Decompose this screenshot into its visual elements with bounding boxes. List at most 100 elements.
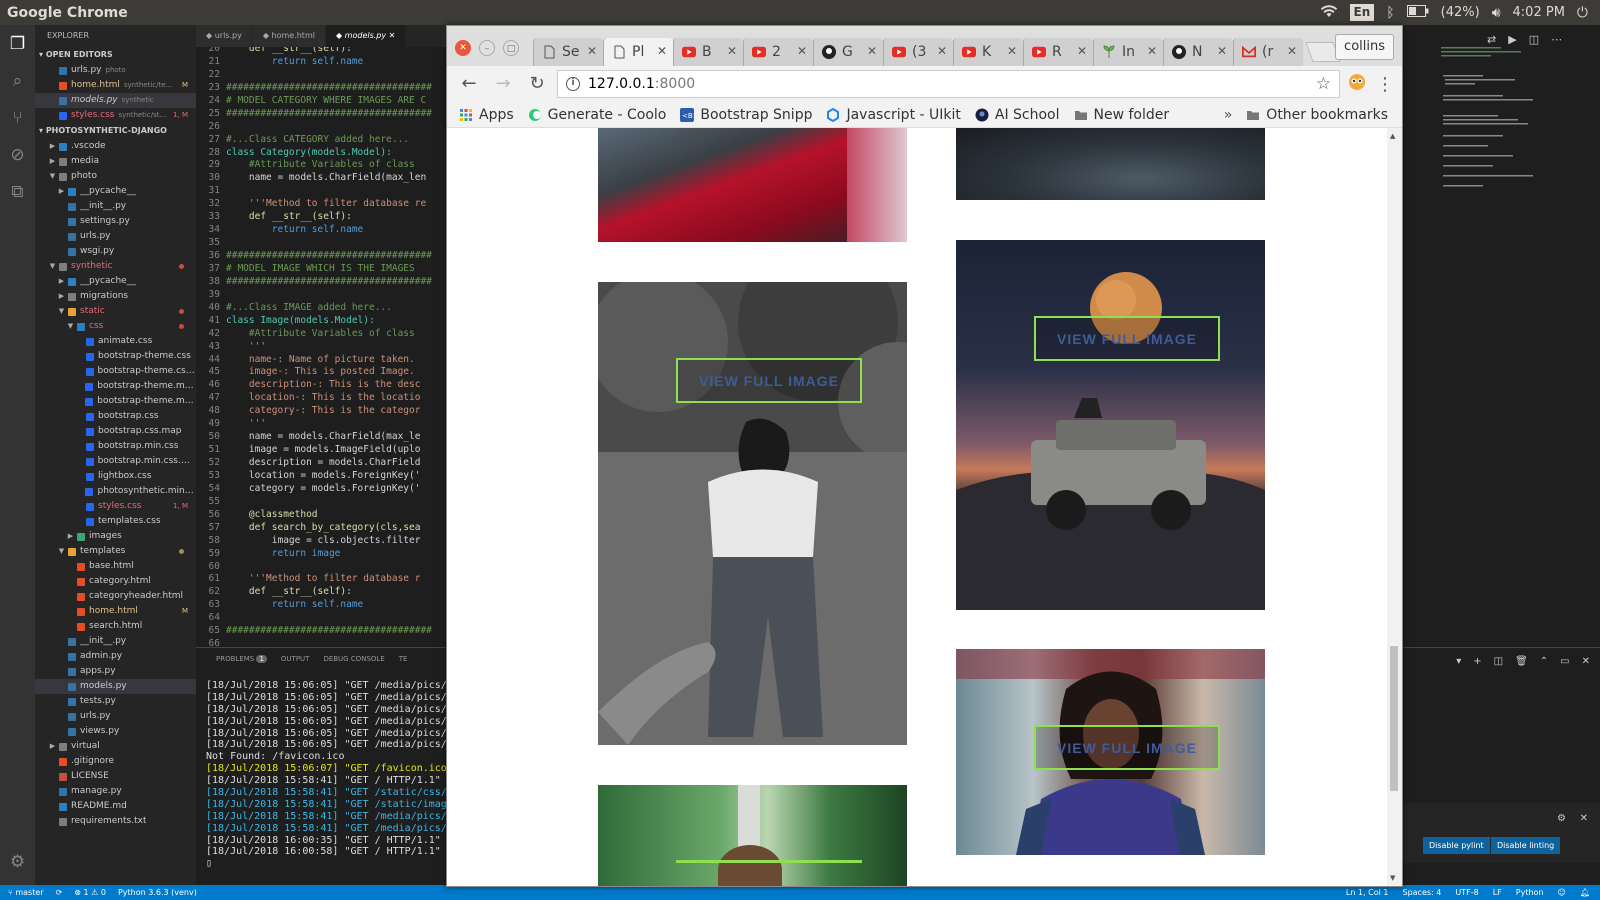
file-item[interactable]: requirements.txt — [35, 814, 196, 829]
gallery-image[interactable] — [598, 128, 907, 242]
editor-tab[interactable]: ◆ urls.py — [196, 25, 253, 47]
file-item[interactable]: .gitignore — [35, 754, 196, 769]
close-tab-icon[interactable]: ✕ — [1147, 44, 1157, 58]
reload-button[interactable]: ↻ — [523, 70, 551, 98]
bell-icon[interactable]: 🔔︎ — [1580, 885, 1590, 900]
disable-pylint-button[interactable]: Disable pylint — [1423, 837, 1490, 854]
forward-button[interactable]: → — [489, 70, 517, 98]
source-control-icon[interactable]: ⑂ — [7, 107, 29, 129]
python-interpreter[interactable]: Python 3.6.3 (venv) — [118, 885, 197, 900]
tab-terminal[interactable]: TE — [399, 648, 408, 670]
gallery-image[interactable]: VIEW FULL IMAGE — [598, 282, 907, 745]
file-item[interactable]: styles.css 1, M — [35, 499, 196, 514]
file-item[interactable]: README.md — [35, 799, 196, 814]
browser-tab[interactable]: Pl ✕ — [603, 38, 673, 66]
trash-icon[interactable]: 🗑︎ — [1515, 656, 1528, 667]
file-item[interactable]: bootstrap.min.css.map — [35, 454, 196, 469]
file-item[interactable]: bootstrap-theme.min.... — [35, 379, 196, 394]
browser-tab[interactable]: N ✕ — [1163, 38, 1233, 66]
bookmark-item[interactable]: AI School — [975, 107, 1060, 123]
open-editor-item[interactable]: styles.css synthetic/st... 1, M — [35, 108, 196, 123]
problems-status[interactable]: ⊗ 1 ⚠ 0 — [74, 885, 106, 900]
browser-tab[interactable]: (r ✕ — [1233, 38, 1303, 66]
open-editor-item[interactable]: models.py synthetic — [35, 93, 196, 108]
file-item[interactable]: home.html M — [35, 604, 196, 619]
file-item[interactable]: tests.py — [35, 694, 196, 709]
file-item[interactable]: admin.py — [35, 649, 196, 664]
cursor-position[interactable]: Ln 1, Col 1 — [1346, 885, 1389, 900]
file-item[interactable]: urls.py — [35, 229, 196, 244]
extensions-icon[interactable]: ⧉ — [7, 181, 29, 203]
browser-tab[interactable]: Se ✕ — [533, 38, 603, 66]
editor-tab[interactable]: ◆ home.html — [252, 25, 326, 47]
layout-panel-icon[interactable]: ▭ — [1560, 656, 1569, 667]
git-branch[interactable]: ⑂ master — [8, 885, 44, 900]
debug-icon[interactable]: ⊘ — [7, 144, 29, 166]
panel-dropdown-icon[interactable]: ▾ — [1456, 656, 1461, 667]
back-button[interactable]: ← — [455, 70, 483, 98]
folder-item[interactable]: ▶ virtual — [35, 739, 196, 754]
file-item[interactable]: templates.css — [35, 514, 196, 529]
file-item[interactable]: __init__.py — [35, 199, 196, 214]
folder-item[interactable]: ▼ synthetic — [35, 259, 196, 274]
bookmark-item[interactable]: Apps — [459, 107, 514, 123]
tab-output[interactable]: OUTPUT — [281, 648, 310, 670]
close-tab-icon[interactable]: ✕ — [587, 44, 597, 58]
file-item[interactable]: __init__.py — [35, 634, 196, 649]
profile-button[interactable]: collins — [1335, 34, 1394, 60]
folder-item[interactable]: ▶ images — [35, 529, 196, 544]
file-item[interactable]: urls.py — [35, 709, 196, 724]
folder-item[interactable]: ▶ __pycache__ — [35, 184, 196, 199]
search-icon[interactable]: ⌕ — [7, 70, 29, 92]
view-full-image-button[interactable]: VIEW FULL IMAGE — [1034, 316, 1220, 361]
browser-tab[interactable]: R ✕ — [1023, 38, 1093, 66]
open-editor-item[interactable]: home.html synthetic/te... M — [35, 78, 196, 93]
browser-tab[interactable]: 2 ✕ — [743, 38, 813, 66]
file-item[interactable]: bootstrap.min.css — [35, 439, 196, 454]
page-scrollbar[interactable]: ▲ ▼ — [1387, 128, 1402, 886]
settings-gear-icon[interactable]: ⚙ — [7, 851, 29, 873]
folder-item[interactable]: ▶ media — [35, 154, 196, 169]
close-tab-icon[interactable]: ✕ — [937, 44, 947, 58]
close-tab-icon[interactable]: ✕ — [386, 31, 396, 40]
notification-close-icon[interactable]: ✕ — [1580, 813, 1588, 824]
window-minimize-button[interactable]: – — [479, 40, 495, 56]
folder-item[interactable]: ▶ migrations — [35, 289, 196, 304]
window-maximize-button[interactable]: □ — [503, 40, 519, 56]
other-bookmarks[interactable]: Other bookmarks — [1246, 107, 1388, 123]
file-item[interactable]: LICENSE — [35, 769, 196, 784]
file-item[interactable]: lightbox.css — [35, 469, 196, 484]
file-item[interactable]: models.py — [35, 679, 196, 694]
close-tab-icon[interactable]: ✕ — [657, 44, 667, 58]
open-editor-item[interactable]: urls.py photo — [35, 63, 196, 78]
browser-tab[interactable]: G ✕ — [813, 38, 883, 66]
clock[interactable]: 4:02 PM — [1513, 5, 1565, 20]
gallery-image[interactable] — [956, 128, 1265, 200]
scroll-down-arrow[interactable]: ▼ — [1390, 874, 1395, 882]
tab-problems[interactable]: PROBLEMS 1 — [216, 648, 267, 670]
bookmark-item[interactable]: Generate - Coolo — [528, 107, 666, 123]
indentation[interactable]: Spaces: 4 — [1403, 885, 1442, 900]
file-item[interactable]: manage.py — [35, 784, 196, 799]
project-section[interactable]: ▾ PHOTOSYNTHETIC-DJANGO — [35, 123, 196, 139]
view-full-image-button[interactable]: VIEW FULL IMAGE — [1034, 725, 1220, 770]
file-item[interactable]: bootstrap.css — [35, 409, 196, 424]
browser-tab[interactable]: K ✕ — [953, 38, 1023, 66]
keyboard-language-indicator[interactable]: En — [1349, 4, 1375, 21]
close-tab-icon[interactable]: ✕ — [867, 44, 877, 58]
extension-icon[interactable] — [1346, 73, 1368, 95]
volume-icon[interactable]: 🔊︎ — [1492, 5, 1501, 21]
tab-debug-console[interactable]: DEBUG CONSOLE — [323, 648, 384, 670]
scrollbar-thumb[interactable] — [1390, 646, 1398, 791]
close-tab-icon[interactable]: ✕ — [1217, 44, 1227, 58]
open-editors-section[interactable]: ▾ OPEN EDITORS — [35, 47, 196, 63]
file-item[interactable]: base.html — [35, 559, 196, 574]
code-editor[interactable]: ◆ urls.py ◆ home.html ◆ models.py ✕ 20 def… — [196, 25, 446, 660]
code-lines[interactable]: 20 def __str__(self): 21 return self.name… — [196, 43, 446, 651]
split-terminal-icon[interactable]: ◫ — [1494, 656, 1503, 667]
folder-item[interactable]: ▼ photo — [35, 169, 196, 184]
file-item[interactable]: photosynthetic.min.css — [35, 484, 196, 499]
file-item[interactable]: categoryheader.html — [35, 589, 196, 604]
file-item[interactable]: wsgi.py — [35, 244, 196, 259]
gallery-image[interactable]: VIEW FULL IMAGE — [956, 240, 1265, 610]
